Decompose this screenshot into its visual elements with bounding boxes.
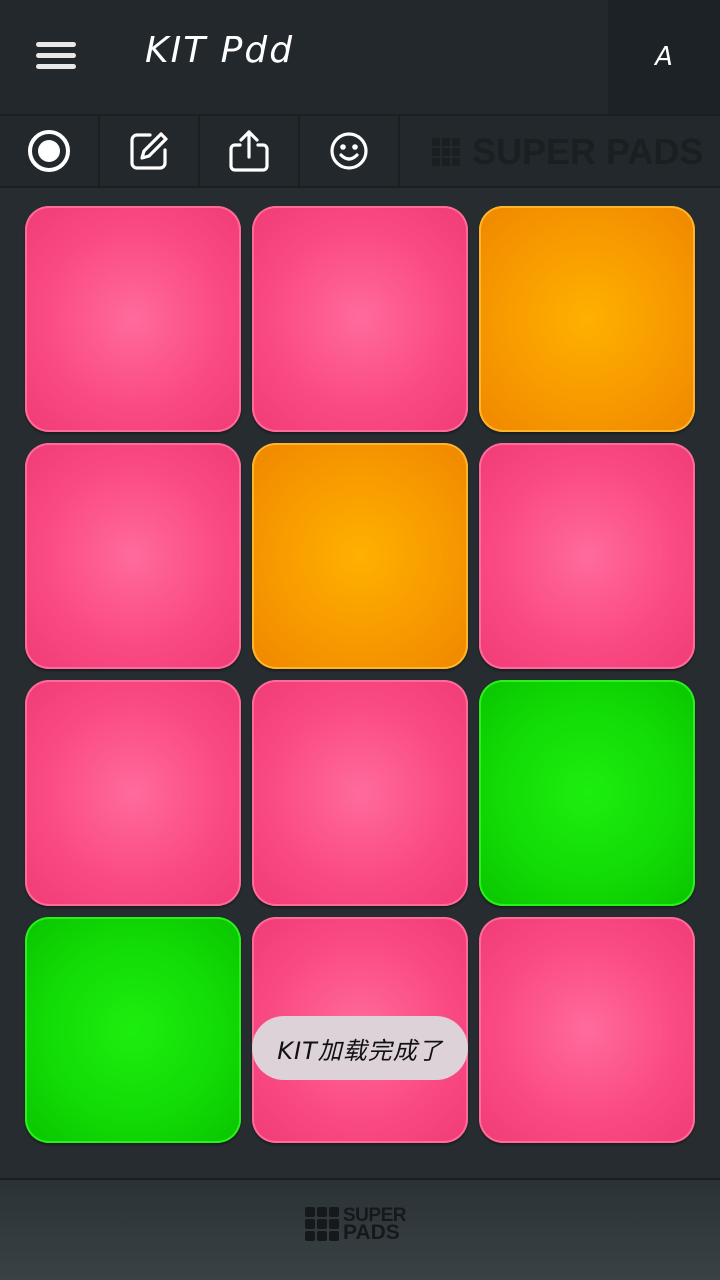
footer-logo-line2: PADS [343,1221,400,1244]
emoji-button[interactable] [300,116,400,186]
pad-1[interactable] [25,206,241,432]
brand-logo-footer: SUPER PADS [305,1206,406,1244]
smiley-icon [330,132,368,170]
share-button[interactable] [200,116,300,186]
brand-text: SUPER PADS [472,131,704,172]
hamburger-menu-icon[interactable] [30,36,82,76]
pad-2[interactable] [252,206,468,432]
pad-7[interactable] [25,680,241,906]
edit-button[interactable] [100,116,200,186]
brand-logo-toolbar: SUPER PADS [432,131,704,172]
toolbar: SUPER PADS [0,116,720,188]
pad-6[interactable] [479,443,695,669]
pad-grid-logo-icon [305,1207,339,1241]
kit-letter-button[interactable]: A [608,0,720,114]
app-root: KIT Pdd A SUPER PADS KIT加载完成了 SUPER PADS [0,0,720,1280]
pad-4[interactable] [25,443,241,669]
pad-3[interactable] [479,206,695,432]
pad-9[interactable] [479,680,695,906]
pad-10[interactable] [25,917,241,1143]
kit-title[interactable]: KIT Pdd [145,30,294,71]
footer-bar: SUPER PADS [0,1178,720,1280]
pad-grid-icon [432,138,460,166]
record-button[interactable] [0,116,100,186]
pad-8[interactable] [252,680,468,906]
share-icon [229,130,269,172]
app-header: KIT Pdd A [0,0,720,116]
pad-12[interactable] [479,917,695,1143]
record-icon [28,130,70,172]
edit-icon [130,132,168,170]
toast-message: KIT加载完成了 [252,1016,468,1080]
pad-5[interactable] [252,443,468,669]
